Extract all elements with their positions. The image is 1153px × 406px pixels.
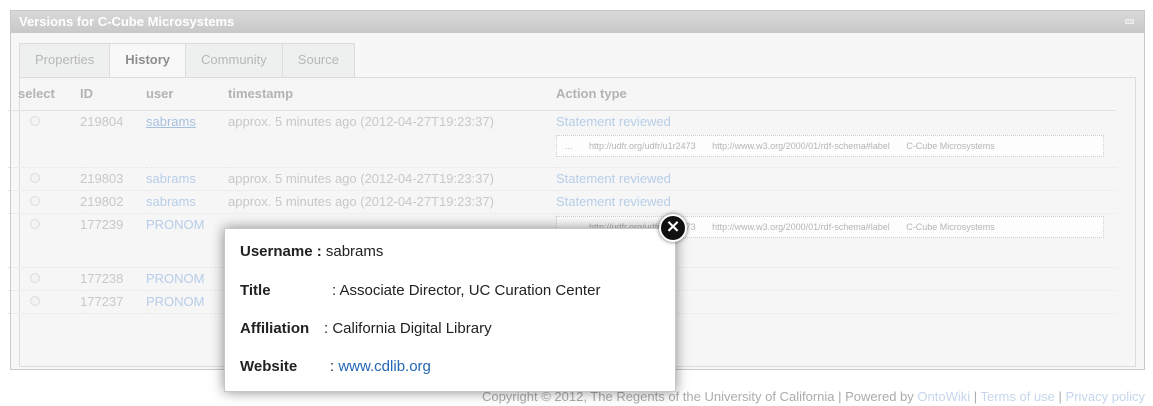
- title-row: Title : Associate Director, UC Curation C…: [240, 282, 600, 299]
- user-link[interactable]: sabrams: [146, 171, 196, 186]
- tab-bar: Properties History Community Source: [19, 43, 355, 77]
- table-header-row: select ID user timestamp Action type: [8, 78, 1116, 111]
- row-id: 177238: [80, 267, 146, 291]
- header-user: user: [146, 78, 228, 111]
- affiliation-label: Affiliation: [240, 320, 310, 337]
- minimize-icon[interactable]: [1125, 19, 1134, 24]
- table-row: 219802 sabrams approx. 5 minutes ago (20…: [8, 190, 1116, 214]
- select-radio[interactable]: [30, 218, 40, 229]
- website-link[interactable]: www.cdlib.org: [338, 358, 431, 375]
- row-id: 177237: [80, 290, 146, 314]
- select-radio[interactable]: [30, 115, 40, 126]
- user-link[interactable]: sabrams: [146, 194, 196, 209]
- detail-predicate: http://www.w3.org/2000/01/rdf-schema#lab…: [712, 140, 890, 151]
- user-link[interactable]: PRONOM: [146, 294, 205, 309]
- username-row: Username : sabrams: [240, 243, 383, 260]
- privacy-policy-link[interactable]: Privacy policy: [1066, 389, 1145, 404]
- row-timestamp: approx. 5 minutes ago (2012-04-27T19:23:…: [228, 110, 556, 168]
- action-link[interactable]: Statement reviewed: [556, 171, 671, 186]
- footer-separator: |: [970, 389, 981, 404]
- detail-predicate: http://www.w3.org/2000/01/rdf-schema#lab…: [712, 221, 890, 232]
- action-link[interactable]: Statement reviewed: [556, 111, 1116, 133]
- user-link[interactable]: sabrams: [146, 114, 196, 129]
- tab-community[interactable]: Community: [185, 43, 283, 77]
- action-link[interactable]: Statement reviewed: [556, 194, 671, 209]
- window-titlebar: Versions for C-Cube Microsystems: [11, 11, 1144, 33]
- title-value: : Associate Director, UC Curation Center: [332, 282, 601, 299]
- detail-subject: http://udfr.org/udfr/u1r2473: [589, 140, 696, 151]
- select-radio[interactable]: [30, 272, 40, 283]
- username-value: sabrams: [325, 243, 384, 260]
- table-row: 219804 sabrams approx. 5 minutes ago (20…: [8, 110, 1116, 168]
- header-timestamp: timestamp: [228, 78, 556, 111]
- select-radio[interactable]: [30, 295, 40, 306]
- website-row: Website: www.cdlib.org: [240, 358, 431, 375]
- detail-object: C-Cube Microsystems: [906, 221, 995, 232]
- affiliation-value: : California Digital Library: [324, 320, 492, 337]
- detail-object: C-Cube Microsystems: [906, 140, 995, 151]
- row-id: 219804: [80, 110, 146, 168]
- table-row: 219803 sabrams approx. 5 minutes ago (20…: [8, 167, 1116, 191]
- website-label: Website: [240, 358, 298, 375]
- terms-of-use-link[interactable]: Terms of use: [981, 389, 1055, 404]
- detail-ellipsis: ...: [565, 140, 573, 151]
- row-timestamp: approx. 5 minutes ago (2012-04-27T19:23:…: [228, 190, 556, 214]
- username-label: Username :: [240, 243, 322, 260]
- ontowiki-link[interactable]: OntoWiki: [917, 389, 970, 404]
- tab-properties[interactable]: Properties: [19, 43, 111, 77]
- statement-detail: ... http://udfr.org/udfr/u1r2473 http://…: [556, 134, 1104, 157]
- header-action-type: Action type: [556, 78, 1116, 111]
- user-link[interactable]: PRONOM: [146, 271, 205, 286]
- row-id: 177239: [80, 213, 146, 268]
- user-link[interactable]: PRONOM: [146, 217, 205, 232]
- title-label: Title: [240, 282, 271, 299]
- tab-history[interactable]: History: [109, 43, 187, 77]
- row-id: 219803: [80, 167, 146, 191]
- website-separator: :: [330, 358, 335, 375]
- window-title: Versions for C-Cube Microsystems: [19, 14, 235, 29]
- footer-separator: |: [1054, 389, 1066, 404]
- header-id: ID: [80, 78, 146, 111]
- affiliation-row: Affiliation : California Digital Library: [240, 320, 492, 337]
- user-info-popup: Username : sabrams Title : Associate Dire…: [224, 228, 676, 392]
- select-radio[interactable]: [30, 195, 40, 206]
- close-icon[interactable]: ×: [659, 214, 687, 242]
- row-timestamp: approx. 5 minutes ago (2012-04-27T19:23:…: [228, 167, 556, 191]
- tab-source[interactable]: Source: [281, 43, 355, 77]
- select-radio[interactable]: [30, 172, 40, 183]
- header-select: select: [8, 78, 80, 111]
- row-id: 219802: [80, 190, 146, 214]
